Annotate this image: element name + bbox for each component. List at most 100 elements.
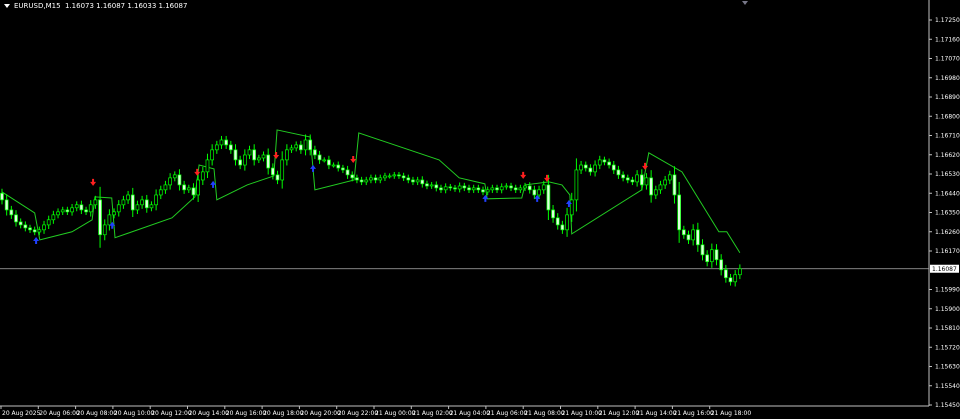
- bear-candle-body: [434, 184, 439, 189]
- candle: [495, 184, 499, 193]
- candle: [425, 180, 429, 190]
- bear-candle-body: [425, 183, 429, 187]
- candle: [518, 184, 523, 193]
- time-tick-label: 20 Aug 12:00: [151, 410, 192, 417]
- current-price-label: 1.16087: [932, 266, 957, 273]
- bear-candle-body: [728, 277, 733, 283]
- candle: [331, 162, 336, 168]
- candle: [532, 185, 537, 200]
- bear-candle-body: [336, 164, 341, 169]
- candle: [23, 221, 28, 232]
- candle: [70, 204, 74, 216]
- candle: [327, 155, 331, 170]
- bear-candle-body: [4, 199, 9, 211]
- candle: [285, 144, 289, 166]
- bull-candle-body: [471, 187, 476, 191]
- candle: [186, 184, 191, 193]
- price-tick-label: 1.16710: [935, 133, 960, 140]
- candle: [336, 161, 341, 172]
- bear-candle-body: [672, 174, 677, 196]
- bear-candle-body: [411, 179, 415, 183]
- candle: [313, 145, 317, 160]
- bear-candle-body: [14, 214, 18, 223]
- candle: [154, 189, 158, 211]
- bull-candle-body: [364, 179, 369, 183]
- candle: [565, 207, 569, 237]
- candle: [252, 144, 257, 166]
- bull-candle-body: [294, 144, 299, 149]
- bull-candle-body: [168, 177, 172, 186]
- sell-arrow-icon: [543, 174, 550, 182]
- bear-candle-body: [341, 167, 345, 171]
- bear-candle-body: [191, 187, 196, 196]
- bear-candle-body: [18, 221, 23, 226]
- candle: [387, 173, 392, 179]
- bear-candle-body: [130, 194, 135, 211]
- bull-candle-body: [667, 174, 672, 181]
- bear-candle-body: [327, 159, 331, 166]
- bull-candle-body: [490, 187, 495, 191]
- bull-candle-body: [210, 149, 214, 161]
- price-tick-label: 1.17070: [935, 56, 960, 63]
- candle: [653, 185, 658, 200]
- candle: [200, 166, 205, 185]
- candle: [733, 270, 738, 287]
- candle: [18, 218, 23, 229]
- candle: [723, 264, 728, 283]
- candle: [60, 206, 65, 216]
- bear-candle-body: [238, 159, 243, 166]
- bear-candle-body: [560, 224, 565, 231]
- candle: [74, 201, 79, 212]
- candle: [602, 156, 607, 166]
- candle: [481, 186, 485, 196]
- candle: [158, 185, 163, 200]
- bull-candle-body: [518, 187, 523, 191]
- bull-candle-body: [691, 229, 696, 241]
- candle: [457, 182, 462, 193]
- candle: [144, 194, 149, 213]
- bull-candle-body: [443, 186, 448, 191]
- sell-arrow-icon: [194, 168, 201, 176]
- candle: [163, 180, 168, 194]
- price-tick-label: 1.15810: [935, 325, 960, 332]
- candle: [499, 183, 504, 194]
- candle: [649, 170, 653, 203]
- candle: [443, 183, 448, 194]
- price-chart[interactable]: 1.17250 1.17160 1.17070 1.16980 1.16890 1.168…: [0, 0, 960, 419]
- price-tick-label: 1.17250: [935, 17, 960, 24]
- candle: [551, 204, 555, 223]
- bear-candle-body: [9, 209, 14, 216]
- bull-candle-body: [154, 194, 158, 206]
- bear-candle-body: [513, 187, 518, 191]
- bull-candle-body: [593, 164, 597, 173]
- bull-candle-body: [102, 224, 107, 236]
- price-tick-label: 1.16530: [935, 171, 960, 178]
- price-tick-label: 1.15450: [935, 402, 960, 409]
- candle: [415, 176, 420, 186]
- candle: [28, 224, 32, 233]
- candle: [126, 190, 130, 204]
- bull-candle-body: [135, 204, 140, 211]
- candle: [14, 210, 18, 227]
- bull-candle-body: [60, 209, 65, 213]
- price-tick-label: 1.16980: [935, 75, 960, 82]
- bull-candle-body: [205, 159, 210, 173]
- candle: [32, 226, 37, 236]
- bull-candle-body: [579, 164, 583, 171]
- candle: [597, 155, 602, 170]
- bear-candle-body: [462, 185, 467, 189]
- bull-candle-body: [574, 169, 579, 201]
- time-tick-label: 20 Aug 16:00: [226, 410, 267, 417]
- candle: [639, 169, 644, 191]
- bear-candle-body: [602, 159, 607, 163]
- candle: [471, 184, 476, 193]
- candle: [625, 174, 630, 184]
- bear-candle-body: [313, 149, 317, 156]
- bear-candle-body: [686, 234, 691, 241]
- bear-candle-body: [345, 169, 350, 176]
- price-tick-label: 1.16800: [935, 113, 960, 120]
- bull-candle-body: [733, 274, 738, 283]
- price-tick-label: 1.15990: [935, 287, 960, 294]
- candle: [476, 184, 481, 193]
- bull-candle-body: [565, 214, 569, 231]
